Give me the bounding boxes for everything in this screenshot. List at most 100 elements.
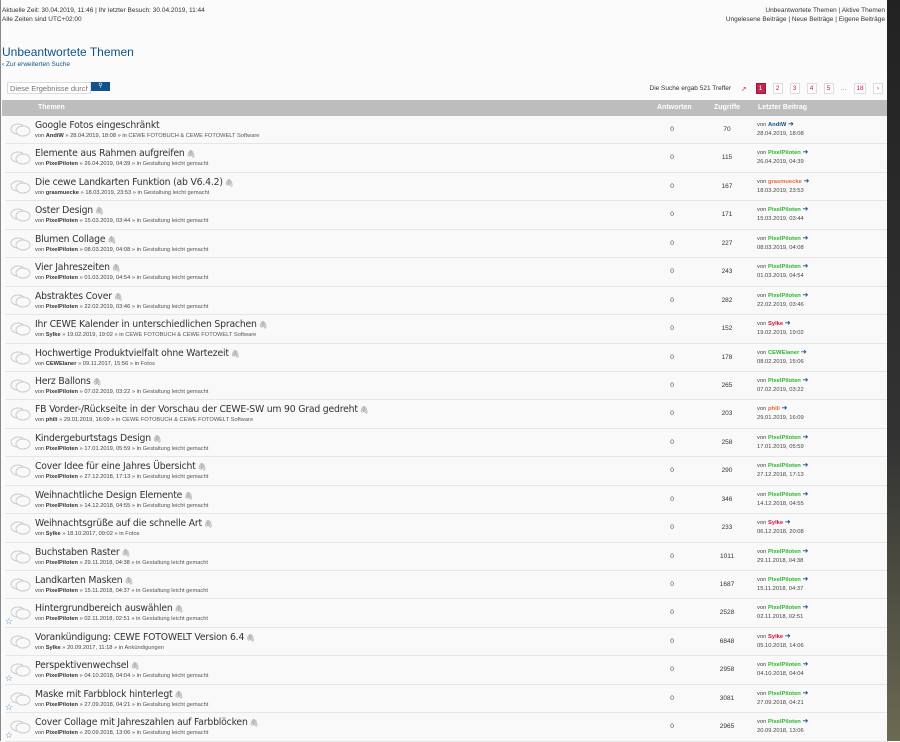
last-author-link[interactable]: PixelPiloten [768,662,801,668]
forum-link[interactable]: Gestaltung leicht gemacht [143,247,209,253]
page-2[interactable]: 2 [772,83,783,94]
goto-last-post-icon[interactable]: ➜ [782,405,788,412]
author-link[interactable]: Sylke [46,645,61,651]
author-link[interactable]: PixelPiloten [46,304,78,310]
last-author-link[interactable]: PixelPiloten [768,463,801,469]
goto-last-post-icon[interactable]: ➜ [785,320,791,327]
topic-title-link[interactable]: Landkarten Masken [35,575,123,586]
forum-link[interactable]: Gestaltung leicht gemacht [143,702,209,708]
author-link[interactable]: PixelPiloten [46,474,78,480]
topic-title-link[interactable]: Ihr CEWE Kalender in unterschiedlichen S… [35,319,257,330]
topic-title-link[interactable]: Blumen Collage [35,234,106,245]
page-4[interactable]: 4 [806,83,817,94]
forum-link[interactable]: Gestaltung leicht gemacht [142,560,208,566]
forum-link[interactable]: Ankündigungen [125,645,165,651]
last-author-link[interactable]: CEWElaner [768,350,799,356]
last-author-link[interactable]: PixelPiloten [768,605,801,611]
forum-link[interactable]: Gestaltung leicht gemacht [143,161,209,167]
author-link[interactable]: AndiW [46,133,64,139]
topic-title-link[interactable]: Buchstaben Raster [35,547,120,558]
last-author-link[interactable]: PixelPiloten [768,264,801,270]
link-new[interactable]: Neue Beiträge [792,16,834,23]
last-author-link[interactable]: PixelPiloten [768,719,801,725]
author-link[interactable]: PixelPiloten [46,161,78,167]
forum-link[interactable]: Gestaltung leicht gemacht [143,474,209,480]
goto-last-post-icon[interactable]: ➜ [802,263,808,270]
goto-last-post-icon[interactable]: ➜ [802,661,808,668]
author-link[interactable]: PixelPiloten [46,503,78,509]
link-unanswered[interactable]: Unbeantwortete Themen [765,7,836,14]
topic-title-link[interactable]: Kindergeburtstags Design [35,433,151,444]
author-link[interactable]: Sylke [46,332,61,338]
topic-title-link[interactable]: Weihnachtliche Design Elemente [35,490,182,501]
last-author-link[interactable]: PixelPiloten [768,293,801,299]
last-author-link[interactable]: grasmuecke [768,179,802,185]
link-unread[interactable]: Ungelesene Beiträge [726,16,787,23]
goto-last-post-icon[interactable]: ➜ [802,206,808,213]
author-link[interactable]: PixelPiloten [46,702,78,708]
author-link[interactable]: grasmuecke [46,190,79,196]
author-link[interactable]: PixelPiloten [46,446,78,452]
topic-title-link[interactable]: Herz Ballons [35,376,91,387]
author-link[interactable]: PixelPiloten [46,588,78,594]
topic-title-link[interactable]: Weihnachtsgrüße auf die schnelle Art [35,518,202,529]
goto-last-post-icon[interactable]: ➜ [802,377,808,384]
last-author-link[interactable]: PixelPiloten [768,236,801,242]
forum-link[interactable]: Gestaltung leicht gemacht [143,673,209,679]
forum-link[interactable]: Gestaltung leicht gemacht [143,275,209,281]
topic-title-link[interactable]: FB Vorder-/Rückseite in der Vorschau der… [35,404,358,415]
forum-link[interactable]: Gestaltung leicht gemacht [143,218,209,224]
forum-link[interactable]: Gestaltung leicht gemacht [144,190,210,196]
author-link[interactable]: PixelPiloten [46,389,78,395]
goto-last-post-icon[interactable]: ➜ [802,576,808,583]
author-link[interactable]: PixelPiloten [46,730,78,736]
goto-last-post-icon[interactable]: ➜ [802,292,808,299]
author-link[interactable]: PixelPiloten [46,275,78,281]
last-author-link[interactable]: PixelPiloten [768,207,801,213]
next-page-button[interactable]: › [873,83,883,94]
last-author-link[interactable]: Sylke [768,520,783,526]
forum-link[interactable]: Gestaltung leicht gemacht [143,446,209,452]
last-author-link[interactable]: PixelPiloten [768,150,801,156]
goto-last-post-icon[interactable]: ➜ [785,633,791,640]
goto-last-post-icon[interactable]: ➜ [802,434,808,441]
last-author-link[interactable]: PixelPiloten [768,378,801,384]
goto-last-post-icon[interactable]: ➜ [802,235,808,242]
goto-last-post-icon[interactable]: ➜ [802,548,808,555]
last-author-link[interactable]: PixelPiloten [768,577,801,583]
author-link[interactable]: phili [46,417,58,423]
forum-link[interactable]: Gestaltung leicht gemacht [143,389,209,395]
jump-to-page-icon[interactable]: ↗ [741,85,746,93]
last-author-link[interactable]: AndiW [768,122,786,128]
forum-link[interactable]: Gestaltung leicht gemacht [143,304,209,310]
last-author-link[interactable]: PixelPiloten [768,492,801,498]
link-own[interactable]: Eigene Beiträge [839,16,885,23]
author-link[interactable]: PixelPiloten [46,218,78,224]
author-link[interactable]: PixelPiloten [46,560,78,566]
topic-title-link[interactable]: Cover Idee für eine Jahres Übersicht [35,461,196,472]
author-link[interactable]: CEWElaner [46,361,77,367]
topic-title-link[interactable]: Die cewe Landkarten Funktion (ab V6.4.2) [35,177,223,188]
topic-title-link[interactable]: Cover Collage mit Jahreszahlen auf Farbb… [35,717,248,728]
page-18[interactable]: 18 [854,83,866,94]
author-link[interactable]: PixelPiloten [46,616,78,622]
page-1[interactable]: 1 [755,83,766,94]
search-button[interactable]: ⚲ [91,82,110,91]
topic-title-link[interactable]: Hintergrundbereich auswählen [35,603,173,614]
goto-last-post-icon[interactable]: ➜ [785,519,791,526]
author-link[interactable]: PixelPiloten [46,673,78,679]
forum-link[interactable]: Fotos [125,531,139,537]
goto-last-post-icon[interactable]: ➜ [802,462,808,469]
forum-link[interactable]: Gestaltung leicht gemacht [143,503,209,509]
topic-title-link[interactable]: Oster Design [35,205,93,216]
topic-title-link[interactable]: Hochwertige Produktvielfalt ohne Warteze… [35,348,229,359]
forum-link[interactable]: Gestaltung leicht gemacht [142,588,208,594]
topic-title-link[interactable]: Maske mit Farbblock hinterlegt [35,689,173,700]
forum-link[interactable]: Gestaltung leicht gemacht [142,616,208,622]
last-author-link[interactable]: PixelPiloten [768,549,801,555]
last-author-link[interactable]: PixelPiloten [768,435,801,441]
last-author-link[interactable]: Sylke [768,321,783,327]
last-author-link[interactable]: PixelPiloten [768,691,801,697]
last-author-link[interactable]: Sylke [768,634,783,640]
back-link[interactable]: ‹ Zur erweiterten Suche [2,61,70,68]
